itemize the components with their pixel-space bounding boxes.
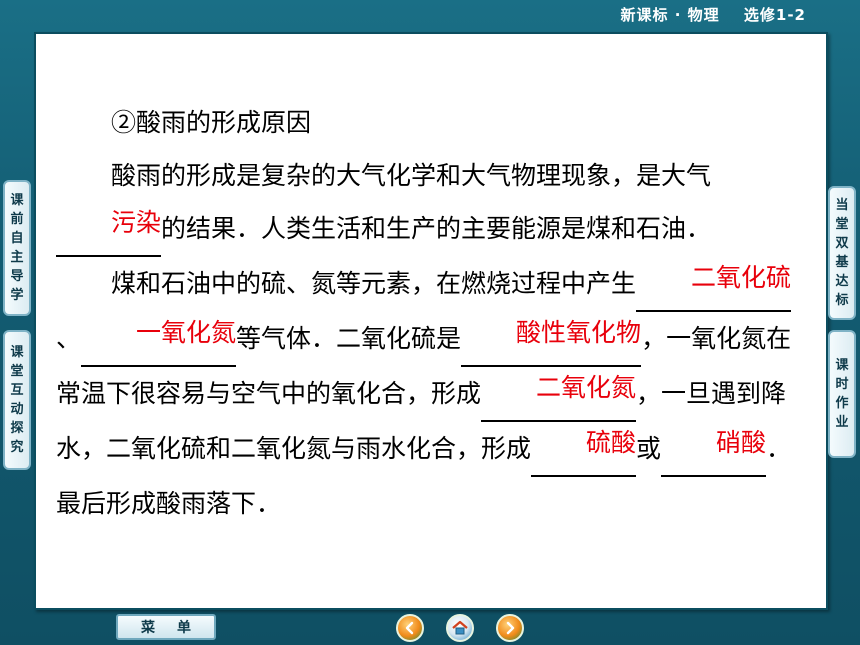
content-text: ②酸雨的形成原因 酸雨的形成是复杂的大气化学和大气物理现象，是大气污染的结果．人… <box>56 96 808 530</box>
tab-char: 标 <box>835 293 849 308</box>
tab-in-class-check[interactable]: 当堂双基达标 <box>828 186 856 320</box>
answer-blank: 硫酸 <box>531 422 637 477</box>
answer-text: 一氧化氮 <box>136 318 237 347</box>
answer-blank: 污染 <box>56 202 162 257</box>
header-series: 新课标 · 物理 <box>620 6 720 24</box>
tab-char: 前 <box>10 212 24 227</box>
tab-char: 堂 <box>835 217 849 232</box>
answer-text: 硫酸 <box>586 428 637 457</box>
answer-blank: 二氧化硫 <box>636 257 792 312</box>
answer-blank: 酸性氧化物 <box>461 312 642 367</box>
header-volume: 选修1-2 <box>743 6 806 24</box>
tab-pre-class-study[interactable]: 课前自主导学 <box>3 180 31 316</box>
tab-char: 堂 <box>10 364 24 379</box>
section-heading: ②酸雨的形成原因 <box>111 108 312 137</box>
tab-char: 主 <box>10 250 24 265</box>
tab-char: 课 <box>10 345 24 360</box>
tab-char: 动 <box>10 402 24 417</box>
tab-label: 课堂互动探究 <box>10 343 23 457</box>
answer-text: 污染 <box>111 208 162 237</box>
home-button[interactable] <box>446 614 474 642</box>
tab-char: 探 <box>10 421 24 436</box>
tab-char: 作 <box>835 396 849 411</box>
text-run: 等气体．二氧化硫是 <box>236 324 462 353</box>
answer-blank: 硝酸 <box>661 422 767 477</box>
tab-char: 自 <box>10 231 24 246</box>
tab-char: 双 <box>835 236 849 251</box>
tab-char: 导 <box>10 269 24 284</box>
paragraph-1: 酸雨的形成是复杂的大气化学和大气物理现象，是大气污染的结果．人类生活和生产的主要… <box>56 149 808 257</box>
tab-char: 究 <box>10 440 24 455</box>
prev-button[interactable] <box>396 614 424 642</box>
tab-char: 学 <box>10 288 24 303</box>
tab-char: 基 <box>835 255 849 270</box>
tab-char: 课 <box>835 358 849 373</box>
tab-homework[interactable]: 课时作业 <box>828 330 856 458</box>
tab-char: 互 <box>10 383 24 398</box>
answer-blank: 一氧化氮 <box>81 312 237 367</box>
tab-char: 达 <box>835 274 849 289</box>
answer-text: 二氧化氮 <box>536 373 637 402</box>
text-run: 、 <box>56 324 82 353</box>
tab-char: 业 <box>835 415 849 430</box>
tab-char: 课 <box>10 193 24 208</box>
text-run: 或 <box>636 434 662 463</box>
tab-label: 当堂双基达标 <box>835 196 848 310</box>
tab-char: 当 <box>835 198 849 213</box>
answer-blank: 二氧化氮 <box>481 367 637 422</box>
home-icon <box>452 620 468 635</box>
answer-text: 二氧化硫 <box>691 263 792 292</box>
tab-class-interaction[interactable]: 课堂互动探究 <box>3 330 31 470</box>
next-icon <box>506 621 515 635</box>
header-title: 新课标 · 物理 选修1-2 <box>615 4 807 26</box>
paragraph-2: 煤和石油中的硫、氮等元素，在燃烧过程中产生 二氧化硫、 一氧化氮等气体．二氧化硫是 酸… <box>56 257 808 530</box>
text-run: 的结果．人类生活和生产的主要能源是煤和石油． <box>161 214 712 243</box>
prev-icon <box>405 621 414 635</box>
menu-label: 菜单 <box>141 620 213 636</box>
answer-text: 酸性氧化物 <box>516 318 642 347</box>
tab-label: 课前自主导学 <box>10 191 23 305</box>
menu-button[interactable]: 菜单 <box>116 614 216 640</box>
tab-label: 课时作业 <box>835 356 848 432</box>
answer-text: 硝酸 <box>716 428 767 457</box>
tab-char: 时 <box>835 377 849 392</box>
content-card: ②酸雨的形成原因 酸雨的形成是复杂的大气化学和大气物理现象，是大气污染的结果．人… <box>34 32 828 610</box>
next-button[interactable] <box>496 614 524 642</box>
text-run: 酸雨的形成是复杂的大气化学和大气物理现象，是大气 <box>111 161 712 190</box>
text-run: 煤和石油中的硫、氮等元素，在燃烧过程中产生 <box>111 269 637 298</box>
